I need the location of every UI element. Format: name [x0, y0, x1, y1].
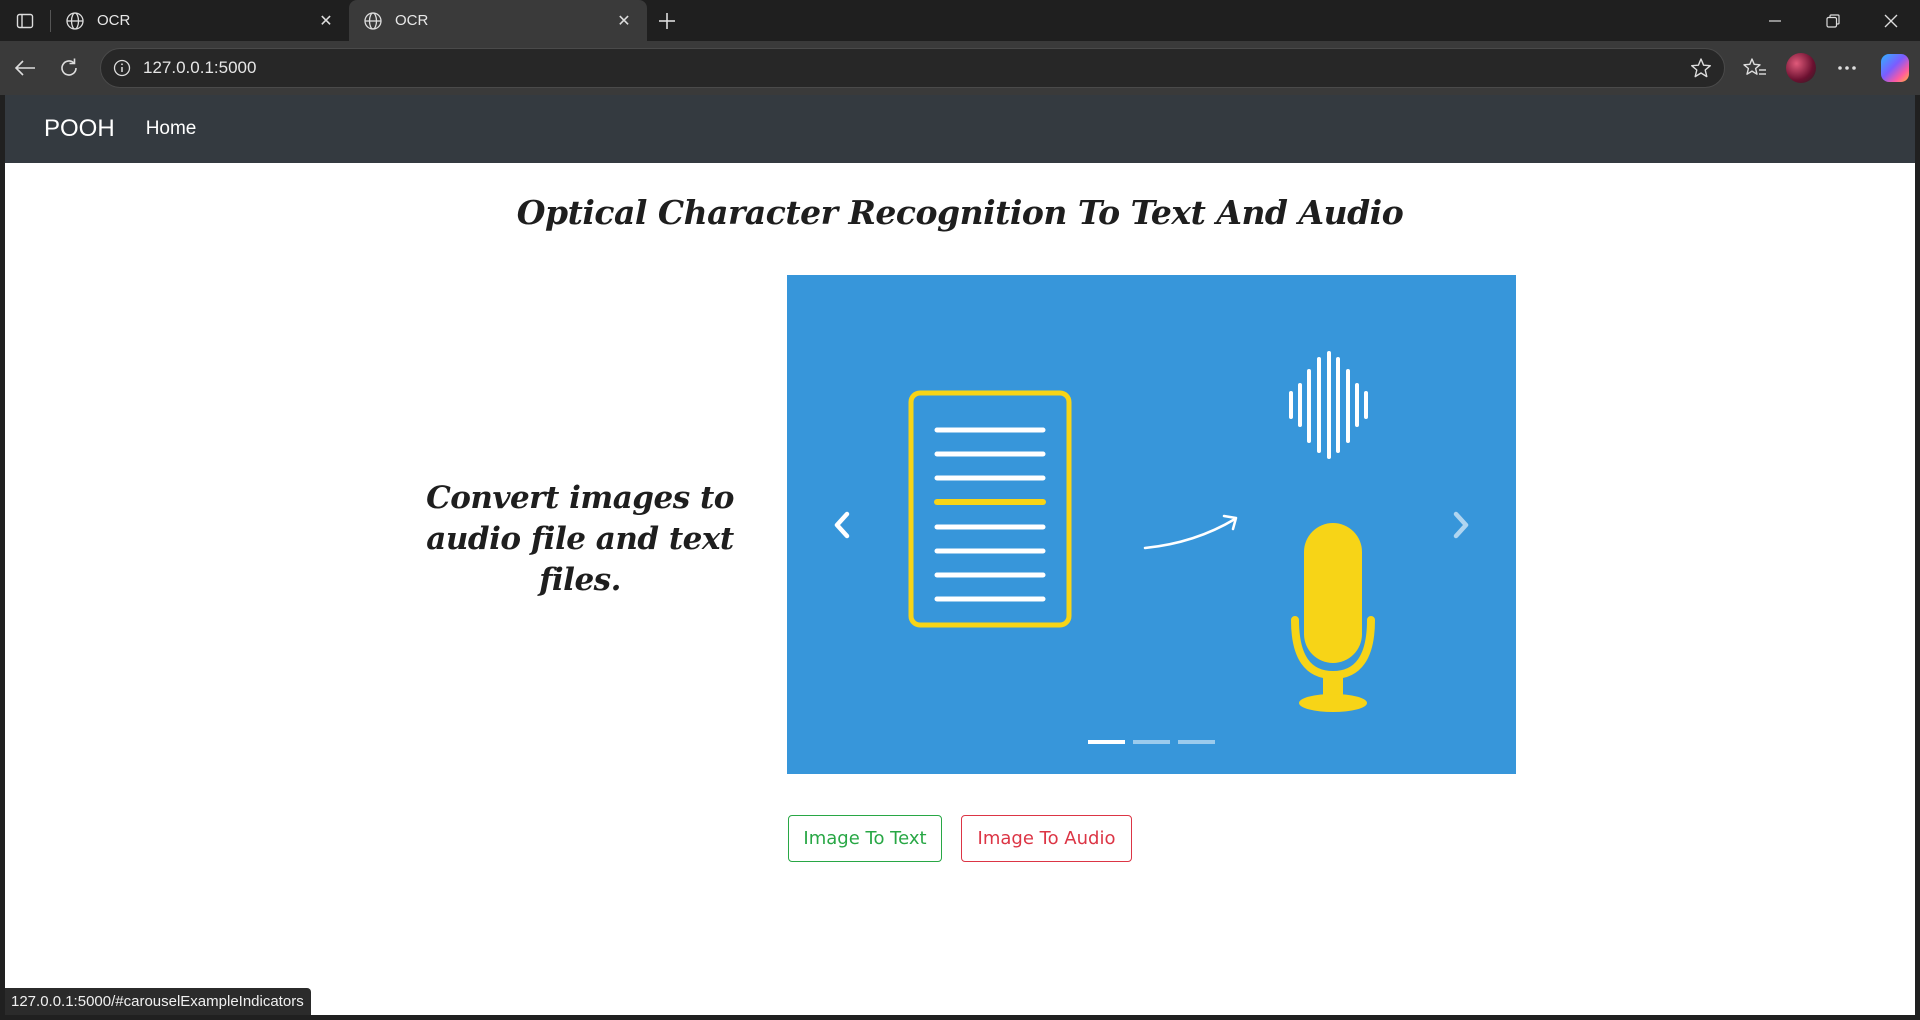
- image-to-text-button[interactable]: Image To Text: [788, 815, 942, 862]
- microphone: [1299, 523, 1367, 712]
- nav-link-home[interactable]: Home: [146, 118, 197, 140]
- favorites-icon: [1743, 58, 1766, 75]
- page-title: Optical Character Recognition To Text An…: [516, 193, 1404, 232]
- copilot-button[interactable]: [1870, 48, 1920, 88]
- status-bar-url: 127.0.0.1:5000/#carouselExampleIndicator…: [5, 988, 311, 1015]
- restore-icon: [1826, 13, 1840, 28]
- reload-icon: [61, 58, 77, 76]
- chevron-left-icon: [834, 511, 850, 538]
- reload-button[interactable]: [47, 48, 91, 88]
- back-button[interactable]: [3, 48, 47, 88]
- globe-icon: [363, 11, 383, 31]
- more-icon: [1838, 66, 1856, 70]
- browser-tab-strip: OCR ✕ OCR ✕: [0, 0, 1920, 41]
- more-menu-button[interactable]: [1824, 48, 1870, 88]
- carousel: [787, 275, 1516, 774]
- globe-icon: [65, 11, 85, 31]
- tab-title: OCR: [97, 12, 131, 29]
- carousel-next-button[interactable]: [1406, 275, 1516, 774]
- document-lines: [934, 427, 1046, 602]
- close-icon: [1884, 14, 1898, 27]
- avatar: [1786, 53, 1816, 83]
- tab-ocr-2[interactable]: OCR ✕: [349, 0, 647, 41]
- back-arrow-icon: [14, 60, 35, 76]
- image-to-audio-button[interactable]: Image To Audio: [961, 815, 1132, 862]
- navbar-brand[interactable]: POOH: [44, 115, 115, 143]
- carousel-indicators: [787, 740, 1516, 744]
- restore-button[interactable]: [1804, 0, 1862, 41]
- tab-ocr-1[interactable]: OCR ✕: [51, 0, 349, 41]
- carousel-indicator-3[interactable]: [1178, 740, 1215, 744]
- favorite-star-icon[interactable]: [1690, 57, 1712, 79]
- site-navbar: POOH Home: [5, 95, 1915, 163]
- carousel-prev-button[interactable]: [787, 275, 897, 774]
- plus-icon: [659, 12, 675, 29]
- arrow-curve: [1143, 517, 1237, 550]
- tagline: Convert images to audio file and text fi…: [426, 480, 734, 598]
- carousel-indicator-2[interactable]: [1133, 740, 1170, 744]
- new-tab-button[interactable]: [647, 0, 687, 41]
- minimize-icon: [1769, 19, 1781, 22]
- address-url[interactable]: 127.0.0.1:5000: [143, 58, 1690, 78]
- profile-button[interactable]: [1778, 48, 1824, 88]
- chevron-right-icon: [1453, 511, 1469, 538]
- address-bar[interactable]: 127.0.0.1:5000: [100, 48, 1725, 88]
- sound-wave: [1289, 351, 1368, 459]
- tab-title: OCR: [395, 12, 429, 29]
- close-icon[interactable]: ✕: [315, 10, 337, 32]
- copilot-icon: [1881, 54, 1909, 82]
- sidebar-toggle-icon: [16, 13, 34, 28]
- tab-actions-button[interactable]: [0, 0, 50, 41]
- page-viewport: POOH Home Optical Character Recognition …: [5, 95, 1915, 1015]
- close-window-button[interactable]: [1862, 0, 1920, 41]
- favorites-button[interactable]: [1732, 48, 1778, 88]
- minimize-button[interactable]: [1746, 0, 1804, 41]
- info-icon[interactable]: [113, 59, 131, 77]
- toolbar-right: [1732, 48, 1920, 88]
- browser-toolbar: 127.0.0.1:5000: [0, 41, 1920, 95]
- window-controls: [1746, 0, 1920, 41]
- close-icon[interactable]: ✕: [613, 10, 635, 32]
- carousel-indicator-1[interactable]: [1088, 740, 1125, 744]
